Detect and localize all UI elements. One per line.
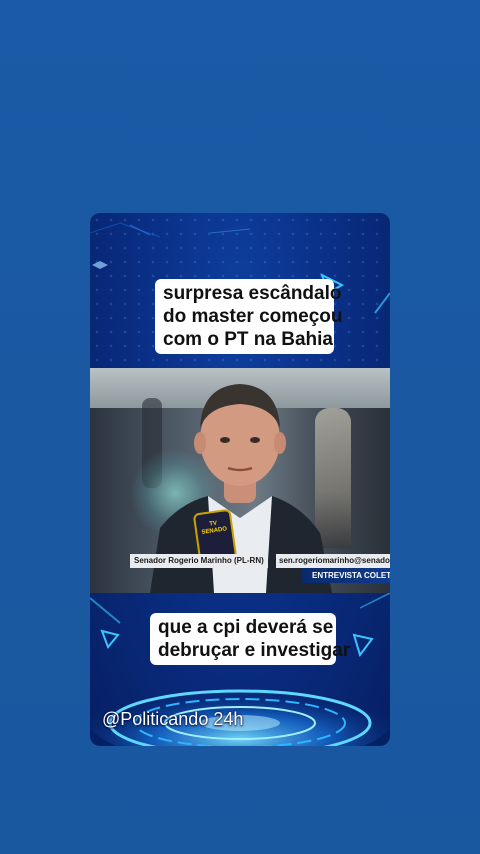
caption-top-line-1: surpresa escândalo [163, 283, 342, 304]
video-card[interactable]: surpresa escândalo do master começou com… [90, 213, 390, 746]
caption-top-line-3: com o PT na Bahia [163, 329, 333, 350]
triangle-icon [352, 633, 374, 658]
caption-top: surpresa escândalo do master começou com… [155, 279, 343, 354]
broadcast-tag: ENTREVISTA COLET [302, 568, 390, 583]
caption-bottom-line-1: que a cpi deverá se [158, 617, 334, 638]
video-frame[interactable]: TV SENADO Senador Rogerio Marinho (PL-RN… [90, 368, 390, 593]
triangle-icon [100, 629, 120, 649]
speaker-email: sen.rogeriomarinho@senado [276, 554, 390, 568]
mic-label-2: SENADO [201, 526, 228, 536]
mic-label-1: TV [209, 520, 218, 528]
speaker-name: Senador Rogerio Marinho (PL-RN) [130, 554, 268, 568]
hud-ring-decoration [90, 683, 390, 746]
watermark-handle: @Politicando 24h [102, 709, 244, 729]
caption-top-line-2: do master começou [163, 306, 343, 327]
diamond-icon [92, 261, 108, 269]
